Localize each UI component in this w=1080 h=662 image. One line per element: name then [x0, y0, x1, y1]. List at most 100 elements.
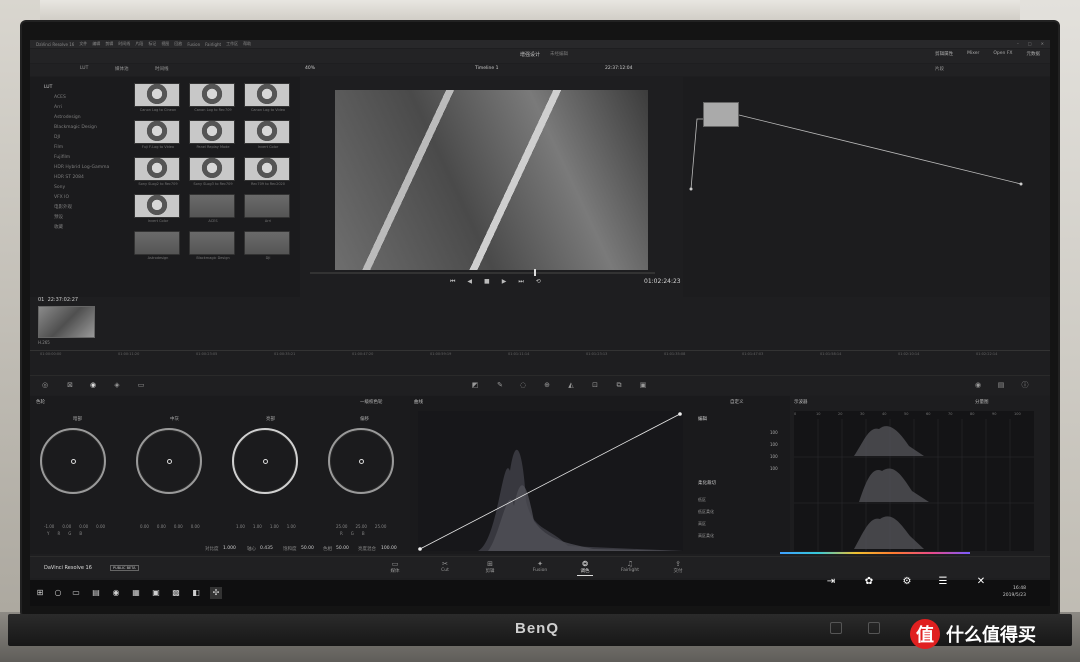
scopes-mode-select[interactable]: 分量图 — [975, 399, 989, 405]
curve-value[interactable]: 100 — [770, 427, 778, 439]
blur-icon[interactable]: ◭ — [566, 380, 576, 390]
browser-icon[interactable]: ◉ — [110, 587, 122, 599]
lut-thumbnail[interactable]: Fuji F-Log to Video — [134, 120, 182, 152]
curve-value[interactable]: 100 — [770, 463, 778, 475]
lut-tree-item[interactable]: Fujifilm — [44, 153, 134, 163]
minimize-icon[interactable]: – — [1017, 41, 1019, 46]
lum-mix-value[interactable]: 100.00 — [381, 546, 397, 551]
lut-tree-item[interactable]: HDR Hybrid Log-Gamma — [44, 163, 134, 173]
lut-tree-item[interactable]: 收藏 — [44, 223, 134, 233]
page-tab-cut[interactable]: ✂ Cut — [425, 560, 465, 573]
menu-item[interactable]: 时间线 — [118, 41, 130, 47]
davinci-resolve-icon[interactable]: ✣ — [210, 587, 222, 599]
menu-item[interactable]: 标记 — [148, 41, 156, 47]
color-match-icon[interactable]: ⊠ — [65, 380, 75, 390]
curve-editor[interactable] — [418, 411, 683, 551]
curve-value[interactable]: 100 — [770, 451, 778, 463]
media-pool-tab[interactable]: 媒体池 — [115, 66, 129, 72]
lut-tree-item[interactable]: DJI — [44, 133, 134, 143]
skip-end-icon[interactable]: ⏭ — [518, 278, 523, 286]
value[interactable]: 0.00 — [174, 524, 183, 529]
play-icon[interactable]: ▶ — [502, 278, 507, 286]
menu-item[interactable]: 剪辑 — [105, 41, 113, 47]
value[interactable]: 1.00 — [270, 524, 279, 529]
app-icon[interactable]: ▦ — [130, 587, 142, 599]
soft-clip-row[interactable]: 低区柔化 — [698, 506, 714, 518]
value[interactable]: 0.00 — [79, 524, 88, 529]
menu-item[interactable]: 片段 — [135, 41, 143, 47]
lut-tree-item[interactable]: Blackmagic Design — [44, 123, 134, 133]
window-icon[interactable]: ◌ — [518, 380, 528, 390]
node-editor[interactable] — [683, 77, 1050, 297]
lut-tree-item[interactable]: Astrodesign — [44, 113, 134, 123]
step-back-icon[interactable]: ◀ — [467, 278, 472, 286]
page-tab-fairlight[interactable]: ♫ Fairlight — [610, 560, 650, 573]
task-view-icon[interactable]: ▭ — [70, 587, 82, 599]
lut-folder[interactable]: Arri — [244, 194, 292, 226]
lut-folder[interactable]: DJI — [244, 231, 292, 263]
motion-effects-icon[interactable]: ▭ — [136, 380, 146, 390]
hue-value[interactable]: 50.00 — [336, 546, 349, 551]
stop-icon[interactable]: ■ — [484, 278, 490, 286]
page-tab-edit[interactable]: ⊞ 剪辑 — [470, 560, 510, 574]
soft-clip-row[interactable]: 高区 — [698, 518, 714, 530]
windows-start-icon[interactable]: ⊞ — [34, 587, 46, 599]
close-icon[interactable]: ✕ — [1041, 41, 1044, 46]
color-wheels-icon[interactable]: ◉ — [88, 380, 98, 390]
value[interactable]: 0.00 — [96, 524, 105, 529]
page-tab-fusion[interactable]: ✦ Fusion — [520, 560, 560, 573]
lut-thumbnail[interactable]: Invert Color — [134, 194, 182, 226]
soft-clip-row[interactable]: 低区 — [698, 494, 714, 506]
value[interactable]: 0.00 — [157, 524, 166, 529]
monitor-button[interactable] — [868, 622, 880, 634]
menu-item[interactable]: 回放 — [174, 41, 182, 47]
close-icon[interactable]: ✕ — [975, 576, 987, 588]
playhead[interactable] — [534, 269, 536, 276]
wheels-mode-select[interactable]: 一级校色轮 — [360, 399, 383, 405]
wheel-handle[interactable] — [262, 458, 268, 464]
lut-folder[interactable]: Blackmagic Design — [189, 231, 237, 263]
value[interactable]: 25.00 — [375, 524, 386, 529]
value[interactable]: 0.00 — [140, 524, 149, 529]
lut-tree-item[interactable]: 电影外观 — [44, 203, 134, 213]
3d-icon[interactable]: ▣ — [638, 380, 648, 390]
lut-tree-item[interactable]: Film — [44, 143, 134, 153]
import-icon[interactable]: ⇥ — [825, 576, 837, 588]
list-icon[interactable]: ☰ — [937, 576, 949, 588]
info-icon[interactable]: ⓘ — [1020, 380, 1030, 390]
mode-selector[interactable]: 片段 — [935, 66, 944, 72]
wheel-handle[interactable] — [166, 458, 172, 464]
lut-tree-item[interactable]: ACES — [44, 93, 134, 103]
lut-thumbnail[interactable]: Sony SLog3 to Rec709 — [189, 157, 237, 189]
lut-tree-item[interactable]: Arri — [44, 103, 134, 113]
settings-gear-icon[interactable]: ⚙ — [901, 576, 913, 588]
skip-start-icon[interactable]: ⏮ — [450, 278, 455, 286]
header-item[interactable]: Open FX — [993, 51, 1012, 57]
header-item[interactable]: 剪辑属性 — [935, 51, 953, 57]
lut-thumbnail[interactable]: Sony SLog2 to Rec709 — [134, 157, 182, 189]
timeline-selector[interactable]: Timeline 1 — [475, 66, 498, 71]
menu-item[interactable]: 帮助 — [243, 41, 251, 47]
value[interactable]: 1.00 — [287, 524, 296, 529]
wheel-handle[interactable] — [358, 458, 364, 464]
video-viewer[interactable] — [335, 90, 648, 270]
lut-thumbnail[interactable]: Canon Log to Video — [244, 83, 292, 115]
offset-wheel[interactable] — [328, 428, 394, 494]
page-tab-color[interactable]: ❂ 调色 — [565, 560, 605, 576]
value[interactable]: 1.00 — [236, 524, 245, 529]
value[interactable]: 25.00 — [355, 524, 366, 529]
eye-icon[interactable]: ◉ — [973, 380, 983, 390]
gain-wheel[interactable] — [232, 428, 298, 494]
value[interactable]: 25.00 — [336, 524, 347, 529]
system-clock[interactable]: 16:48 2019/5/23 — [1003, 585, 1026, 599]
value[interactable]: 0.00 — [191, 524, 200, 529]
menu-item[interactable]: 文件 — [79, 41, 87, 47]
tracker-icon[interactable]: ⊕ — [542, 380, 552, 390]
viewer-scrubber[interactable] — [310, 269, 655, 276]
menu-item[interactable]: 编辑 — [92, 41, 100, 47]
lut-thumbnail[interactable]: Canon Log to Rec709 — [189, 83, 237, 115]
monitor-button[interactable] — [830, 622, 842, 634]
app-icon[interactable]: ◧ — [190, 587, 202, 599]
menu-item[interactable]: Fusion — [187, 42, 200, 47]
lut-tree-item[interactable]: VFX IO — [44, 193, 134, 203]
